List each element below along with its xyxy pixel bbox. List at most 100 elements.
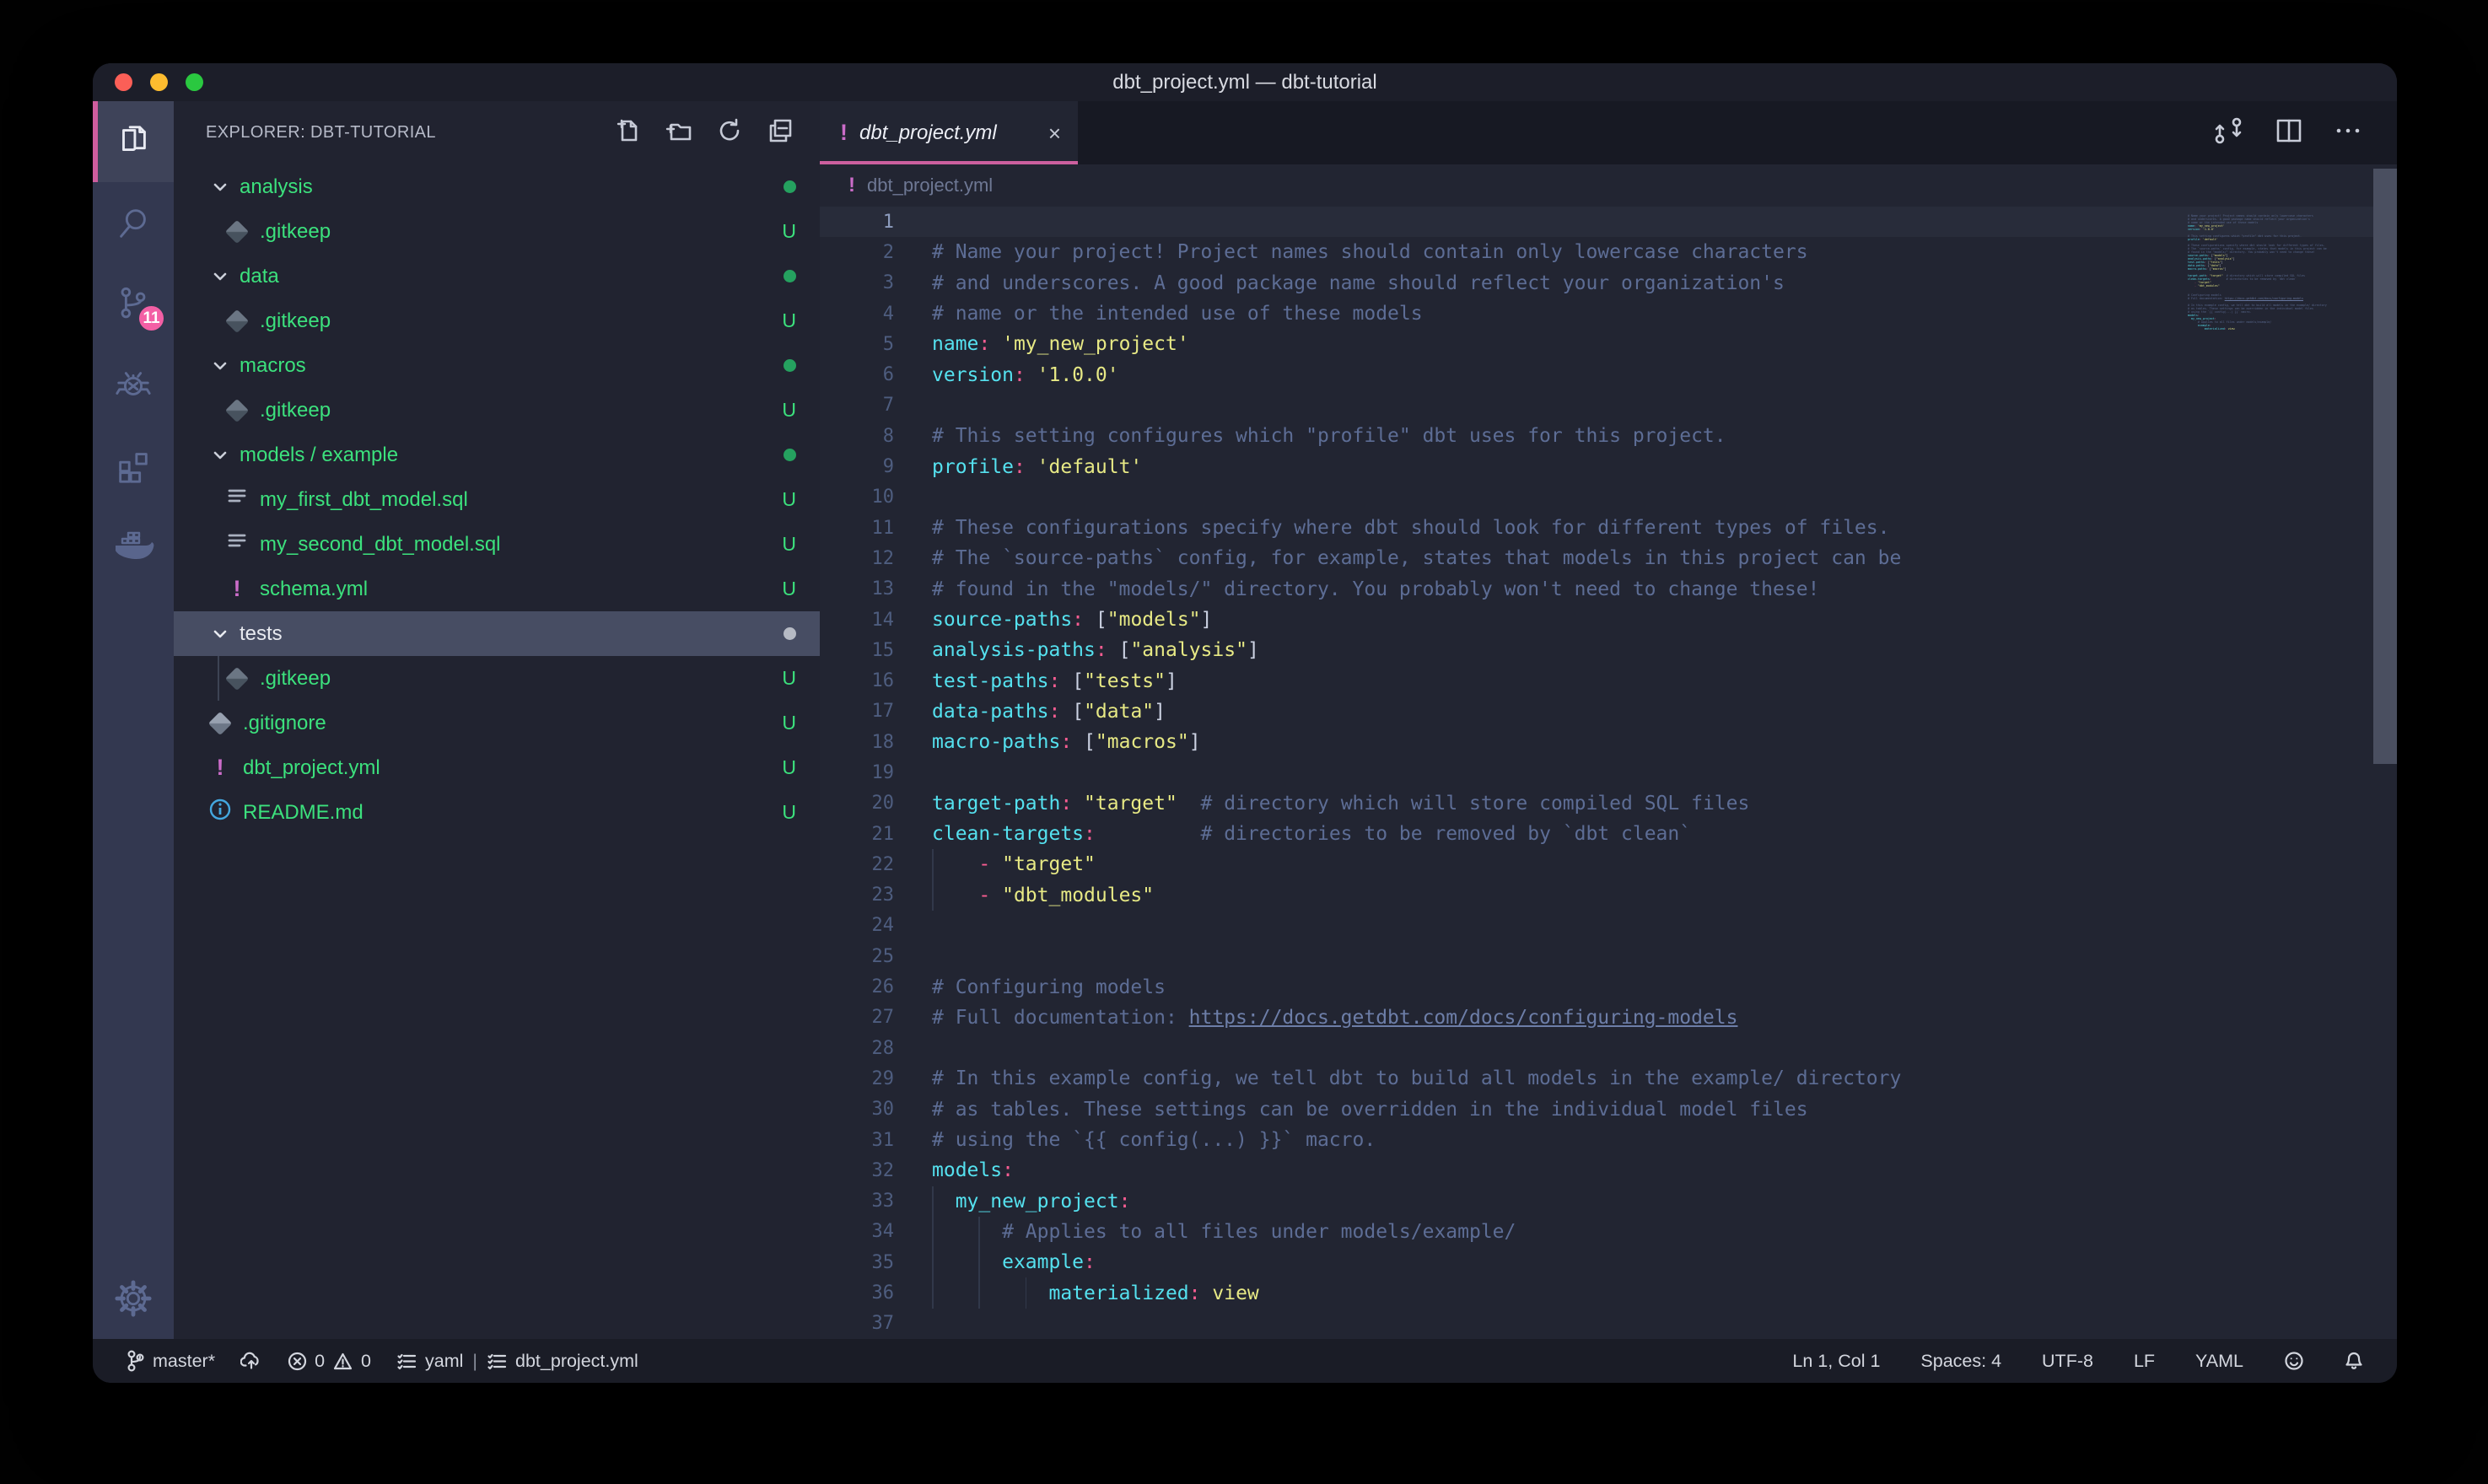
problems-status[interactable]: 0 0 [288,1351,371,1372]
code-line-30[interactable]: 30# as tables. These settings can be ove… [820,1094,2397,1125]
status-divider: | [472,1351,477,1372]
activity-item-run-and-debug[interactable] [93,344,174,425]
run-and-debug-icon [114,365,153,404]
code-line-35[interactable]: 35 example: [820,1247,2397,1277]
tree-row--gitkeep[interactable]: .gitkeepU [174,656,820,701]
code-line-29[interactable]: 29# In this example config, we tell dbt … [820,1063,2397,1094]
tree-row-my-first-dbt-model-sql[interactable]: my_first_dbt_model.sqlU [174,477,820,522]
new-file-icon[interactable] [614,116,643,149]
tree-row-schema-yml[interactable]: !schema.ymlU [174,567,820,611]
activity-item-source-control[interactable]: 11 [93,263,174,344]
more-actions-icon[interactable] [2333,116,2363,150]
code-line-14[interactable]: 14source-paths: ["models"] [820,605,2397,635]
warning-count[interactable]: 0 [361,1351,371,1372]
feedback-smiley-icon[interactable] [2284,1351,2304,1371]
minimize-button[interactable] [150,73,168,91]
git-file-icon [225,666,249,690]
code-line-22[interactable]: 22 - "target" [820,849,2397,879]
code-line-37[interactable]: 37 [820,1309,2397,1339]
tree-row--gitignore[interactable]: .gitignoreU [174,701,820,745]
code-line-33[interactable]: 33 my_new_project: [820,1186,2397,1217]
code-line-1[interactable]: 1 [820,207,2397,237]
line-content: # found in the "models/" directory. You … [932,574,1819,605]
tree-row--gitkeep[interactable]: .gitkeepU [174,298,820,343]
activity-item-extensions[interactable] [93,425,174,506]
tree-row--gitkeep[interactable]: .gitkeepU [174,388,820,433]
sql-file-icon [226,531,248,557]
breadcrumb-file[interactable]: dbt_project.yml [867,175,993,196]
activity-item-search[interactable] [93,182,174,263]
tree-row-dbt-project-yml[interactable]: !dbt_project.ymlU [174,745,820,790]
git-branch-status[interactable]: master* [127,1350,215,1372]
split-editor-icon[interactable] [2274,116,2304,150]
minimap[interactable]: # Name your project! Project names shoul… [2188,212,2373,1339]
tree-item-label: schema.yml [260,578,368,601]
code-line-27[interactable]: 27# Full documentation: https://docs.get… [820,1003,2397,1033]
code-line-5[interactable]: 5name: 'my_new_project' [820,329,2397,359]
code-line-25[interactable]: 25 [820,941,2397,971]
code-line-11[interactable]: 11# These configurations specify where d… [820,513,2397,543]
notifications-bell-icon[interactable] [2345,1351,2363,1372]
code-line-8[interactable]: 8# This setting configures which "profil… [820,421,2397,451]
tree-item-label: .gitkeep [260,220,331,244]
tree-row--gitkeep[interactable]: .gitkeepU [174,209,820,254]
code-line-36[interactable]: 36 materialized: view [820,1277,2397,1308]
code-line-3[interactable]: 3# and underscores. A good package name … [820,268,2397,298]
open-changes-icon[interactable] [2211,114,2245,152]
code-line-32[interactable]: 32models: [820,1155,2397,1186]
tree-row-tests[interactable]: tests [174,611,820,656]
branch-name[interactable]: master* [153,1351,215,1372]
code-line-21[interactable]: 21clean-targets: # directories to be rem… [820,819,2397,849]
code-line-6[interactable]: 6version: '1.0.0' [820,359,2397,390]
close-tab-icon[interactable]: × [1048,122,1061,144]
code-line-17[interactable]: 17data-paths: ["data"] [820,696,2397,727]
tab-dbt-project-yml[interactable]: ! dbt_project.yml × [820,101,1078,164]
linter-mode-label[interactable]: yaml [425,1351,463,1372]
indentation[interactable]: Spaces: 4 [1920,1351,2001,1372]
code-line-13[interactable]: 13# found in the "models/" directory. Yo… [820,574,2397,605]
tree-row-data[interactable]: data [174,254,820,298]
zoom-button[interactable] [186,73,203,91]
code-line-4[interactable]: 4# name or the intended use of these mod… [820,298,2397,329]
error-count[interactable]: 0 [315,1351,325,1372]
code-line-28[interactable]: 28 [820,1033,2397,1063]
tree-row-analysis[interactable]: analysis [174,164,820,209]
tree-row-models-example[interactable]: models / example [174,433,820,477]
code-line-7[interactable]: 7 [820,390,2397,421]
code-line-19[interactable]: 19 [820,757,2397,788]
code-line-31[interactable]: 31# using the `{{ config(...) }}` macro. [820,1125,2397,1155]
tree-row-my-second-dbt-model-sql[interactable]: my_second_dbt_model.sqlU [174,522,820,567]
tree-row-readme-md[interactable]: README.mdU [174,790,820,835]
code-line-12[interactable]: 12# The `source-paths` config, for examp… [820,543,2397,573]
new-folder-icon[interactable] [665,116,693,149]
code-line-34[interactable]: 34 # Applies to all files under models/e… [820,1217,2397,1247]
cursor-position[interactable]: Ln 1, Col 1 [1792,1351,1880,1372]
breadcrumb[interactable]: ! dbt_project.yml [820,164,2397,207]
activity-item-docker[interactable] [93,506,174,587]
code-line-2[interactable]: 2# Name your project! Project names shou… [820,237,2397,267]
eol-sequence[interactable]: LF [2134,1351,2155,1372]
collapse-folders-icon[interactable] [766,116,794,149]
code-line-24[interactable]: 24 [820,911,2397,941]
linter-mode[interactable]: yaml | dbt_project.yml [396,1351,638,1372]
language-mode[interactable]: YAML [2195,1351,2243,1372]
sync-status[interactable] [240,1351,262,1371]
editor-scrollbar-thumb[interactable] [2373,169,2397,764]
code-line-18[interactable]: 18macro-paths: ["macros"] [820,727,2397,757]
tree-row-macros[interactable]: macros [174,343,820,388]
refresh-explorer-icon[interactable] [715,116,744,149]
code-line-10[interactable]: 10 [820,482,2397,513]
close-button[interactable] [115,73,132,91]
code-line-20[interactable]: 20target-path: "target" # directory whic… [820,788,2397,819]
code-editor[interactable]: 12# Name your project! Project names sho… [820,207,2397,1339]
code-line-23[interactable]: 23 - "dbt_modules" [820,880,2397,911]
activity-item-explorer[interactable] [93,101,174,182]
editor-group: ! dbt_project.yml × ! dbt_project.yml 12… [820,101,2397,1339]
linter-file-label[interactable]: dbt_project.yml [515,1351,638,1372]
encoding[interactable]: UTF-8 [2042,1351,2093,1372]
code-line-15[interactable]: 15analysis-paths: ["analysis"] [820,635,2397,665]
code-line-16[interactable]: 16test-paths: ["tests"] [820,665,2397,696]
code-line-26[interactable]: 26# Configuring models [820,971,2397,1002]
code-line-9[interactable]: 9profile: 'default' [820,451,2397,481]
activity-item-settings[interactable] [93,1258,174,1339]
